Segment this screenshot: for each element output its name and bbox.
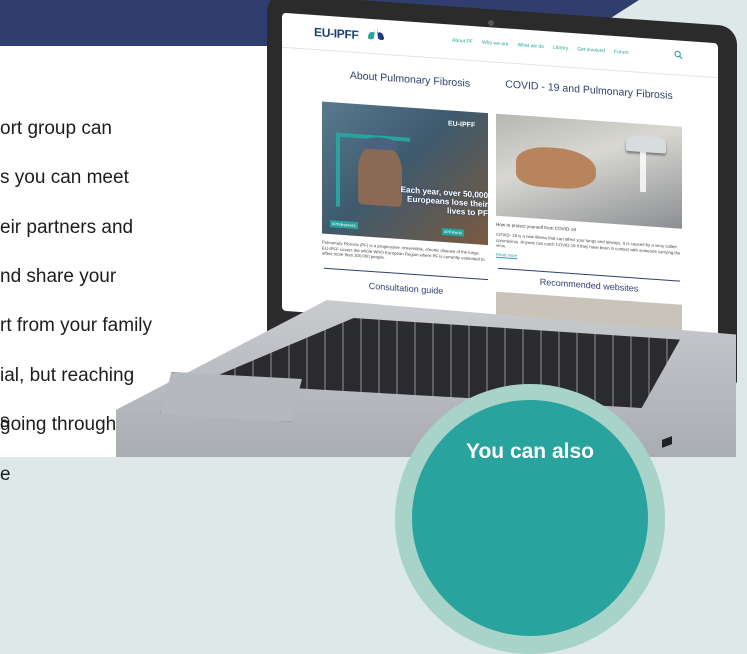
paragraph-line: rt from your family	[0, 315, 153, 337]
laptop-screen: EU-IPFF About PF Who we are What we do L…	[282, 12, 718, 342]
nav-item-library[interactable]: Library	[553, 45, 568, 52]
paragraph-line: s you can meet	[0, 167, 129, 189]
nav-item-who-we-are[interactable]: Who we are	[482, 40, 509, 48]
read-more-link[interactable]: Read more	[496, 252, 517, 258]
pf-campaign-image[interactable]: EU-IPFF Each year, over 50,000 Europeans…	[322, 101, 488, 246]
paragraph-line: e	[0, 463, 11, 485]
image-hashtag: #PFdeserves	[330, 220, 358, 230]
site-logo[interactable]: EU-IPFF	[314, 25, 359, 42]
consultation-guide-heading[interactable]: Consultation guide	[326, 278, 486, 299]
paragraph-fragment: s	[0, 411, 10, 432]
water-stream	[640, 151, 646, 193]
nav-item-get-involved[interactable]: Get involved	[577, 46, 605, 54]
image-caption: Each year, over 50,000 Europeans lose th…	[400, 185, 488, 219]
about-pf-text: Pulmonary Fibrosis (PF) is a progressive…	[322, 239, 485, 262]
touchpad	[160, 372, 302, 422]
image-hashtag: #PFWorld	[442, 227, 464, 237]
image-logo: EU-IPFF	[448, 120, 476, 130]
site-nav: About PF Who we are What we do Library G…	[452, 38, 629, 56]
paragraph-line: eir partners and	[0, 216, 134, 238]
hand-shape	[516, 145, 596, 191]
about-pf-title[interactable]: About Pulmonary Fibrosis	[330, 68, 490, 91]
paragraph-line: ort group can	[0, 117, 112, 139]
search-icon[interactable]	[674, 50, 683, 60]
handwashing-image[interactable]	[496, 113, 682, 229]
nav-item-what-we-do[interactable]: What we do	[518, 42, 544, 50]
divider	[324, 267, 488, 281]
paragraph-line: nd share your	[0, 265, 117, 287]
callout-text: You can also	[466, 440, 594, 463]
lungs-icon	[368, 28, 384, 41]
nav-item-about-pf[interactable]: About PF	[452, 38, 473, 45]
nav-item-forum[interactable]: Forum	[614, 49, 628, 56]
callout-circle	[412, 400, 648, 636]
webcam-icon	[488, 20, 494, 26]
tap-shape	[626, 134, 666, 154]
covid-pf-title[interactable]: COVID - 19 and Pulmonary Fibrosis	[504, 78, 674, 103]
